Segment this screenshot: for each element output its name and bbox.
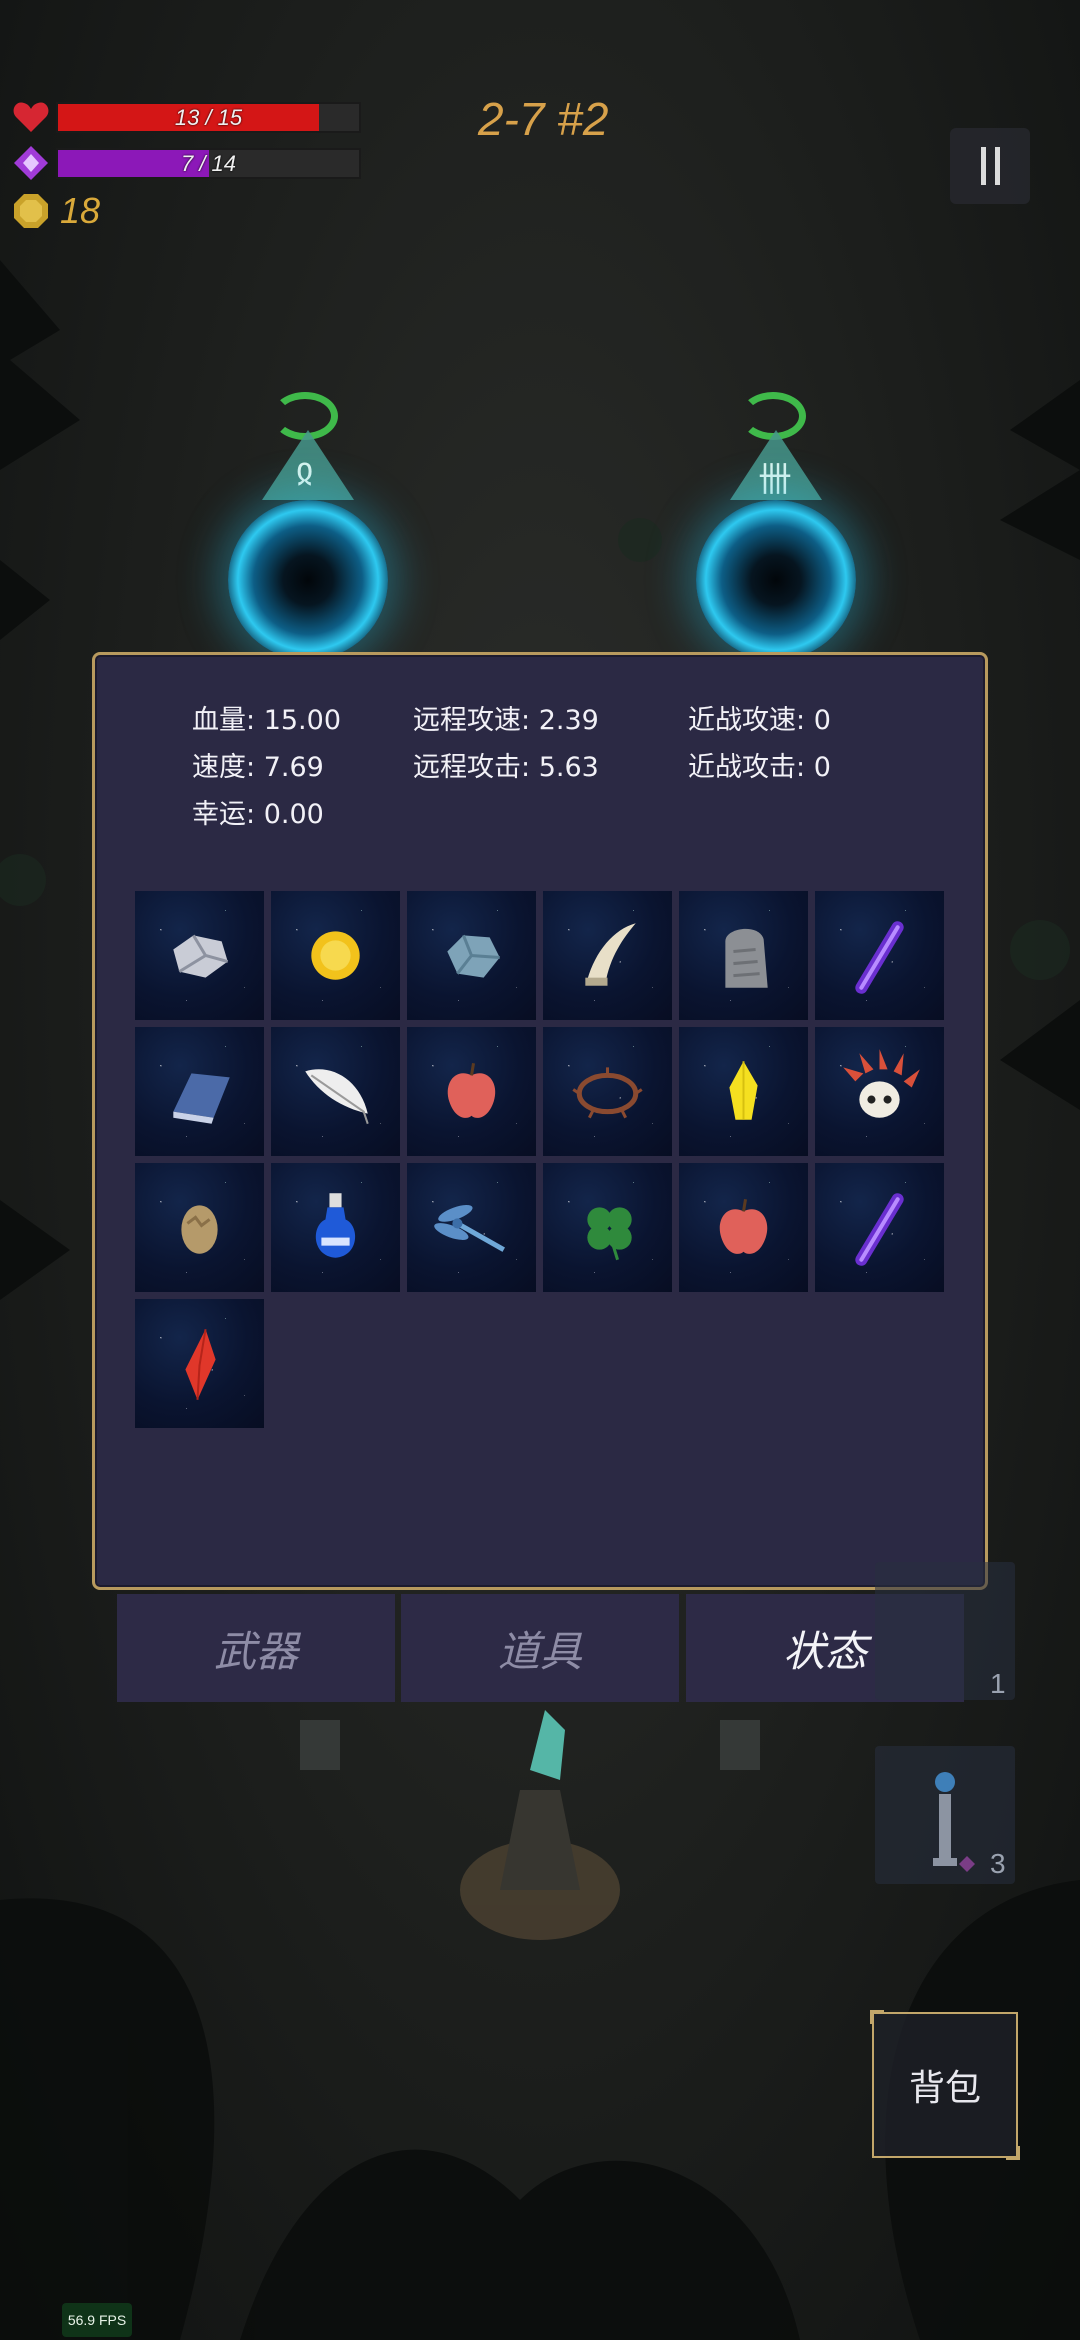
health-text: 13 / 15 bbox=[174, 104, 243, 130]
item-slot[interactable] bbox=[543, 891, 672, 1020]
purple-wand-icon bbox=[855, 921, 904, 994]
blue-stone-icon bbox=[447, 934, 500, 978]
red-apple-icon bbox=[447, 1063, 496, 1118]
stat-luck: 幸运: 0.00 bbox=[192, 799, 324, 830]
side-card-count: 1 bbox=[990, 1668, 1006, 1699]
purple-wand-icon bbox=[855, 1193, 904, 1266]
item-slot[interactable] bbox=[815, 891, 944, 1020]
tab-weapons[interactable]: 武器 bbox=[117, 1594, 395, 1702]
stat-hp: 血量: 15.00 bbox=[192, 705, 341, 736]
mana-text: 7 / 14 bbox=[180, 150, 237, 176]
mana-bar: 7 / 14 bbox=[56, 147, 361, 179]
feather-skull-icon bbox=[843, 1049, 920, 1118]
item-slot[interactable] bbox=[271, 1027, 400, 1156]
item-slot[interactable] bbox=[135, 1027, 264, 1156]
stat-melee-speed: 近战攻速: 0 bbox=[688, 705, 831, 736]
item-slot[interactable] bbox=[271, 891, 400, 1020]
item-grid bbox=[135, 891, 944, 1428]
stat-speed: 速度: 7.69 bbox=[192, 752, 324, 783]
silver-ore-icon bbox=[173, 934, 229, 978]
portal-right[interactable] bbox=[696, 500, 856, 660]
item-slot[interactable] bbox=[679, 1163, 808, 1292]
blue-potion-icon bbox=[315, 1193, 356, 1258]
thorn-crown-icon bbox=[572, 1067, 643, 1119]
portal-glyph-left: ჲ bbox=[296, 450, 314, 490]
item-slot[interactable] bbox=[815, 1027, 944, 1156]
four-leaf-clover-icon bbox=[587, 1207, 632, 1261]
blue-book-icon bbox=[173, 1073, 230, 1124]
health-row: 13 / 15 bbox=[12, 100, 361, 134]
item-slot[interactable] bbox=[679, 891, 808, 1020]
item-slot[interactable] bbox=[407, 1163, 536, 1292]
pause-icon bbox=[980, 147, 986, 185]
level-indicator: 2-7 #2 bbox=[478, 93, 609, 145]
pause-button[interactable] bbox=[950, 128, 1030, 204]
side-card-count: 3 bbox=[990, 1848, 1006, 1879]
portal-glyph-right: 卌 bbox=[758, 460, 792, 500]
dragonfly-icon bbox=[434, 1204, 505, 1252]
item-slot[interactable] bbox=[135, 1163, 264, 1292]
item-slot[interactable] bbox=[271, 1163, 400, 1292]
tab-items[interactable]: 道具 bbox=[401, 1594, 679, 1702]
item-slot[interactable] bbox=[407, 891, 536, 1020]
feather-icon bbox=[305, 1069, 369, 1125]
backpack-button[interactable]: 背包 bbox=[870, 2010, 1020, 2160]
fps-counter: 56.9 FPS bbox=[62, 2303, 132, 2337]
stat-ranged-speed: 远程攻速: 2.39 bbox=[413, 705, 599, 736]
item-slot[interactable] bbox=[543, 1163, 672, 1292]
gold-count: 18 bbox=[60, 190, 101, 231]
item-slot[interactable] bbox=[135, 1299, 264, 1428]
item-slot[interactable] bbox=[543, 1027, 672, 1156]
gold-coin-icon bbox=[14, 194, 48, 228]
item-slot[interactable] bbox=[815, 1163, 944, 1292]
fang-icon bbox=[585, 923, 636, 986]
mana-diamond-icon bbox=[14, 146, 48, 180]
red-apple-icon bbox=[719, 1199, 768, 1254]
item-slot[interactable] bbox=[679, 1027, 808, 1156]
heart-icon bbox=[13, 102, 49, 132]
item-slot[interactable] bbox=[135, 891, 264, 1020]
item-slot[interactable] bbox=[407, 1027, 536, 1156]
health-bar: 13 / 15 bbox=[56, 101, 361, 133]
yellow-crystal-icon bbox=[729, 1061, 758, 1120]
mana-row: 7 / 14 bbox=[12, 146, 361, 180]
stat-melee-attack: 近战攻击: 0 bbox=[688, 752, 831, 783]
gold-coin-icon bbox=[311, 931, 360, 980]
stat-ranged-attack: 远程攻击: 5.63 bbox=[413, 752, 599, 783]
egg-icon bbox=[181, 1205, 218, 1254]
portal-left[interactable] bbox=[228, 500, 388, 660]
tombstone-icon bbox=[725, 928, 768, 988]
gold-row: 18 bbox=[12, 190, 100, 232]
red-crystal-icon bbox=[185, 1329, 216, 1400]
status-panel: 血量: 15.00 远程攻速: 2.39 近战攻速: 0 速度: 7.69 远程… bbox=[92, 652, 988, 1590]
